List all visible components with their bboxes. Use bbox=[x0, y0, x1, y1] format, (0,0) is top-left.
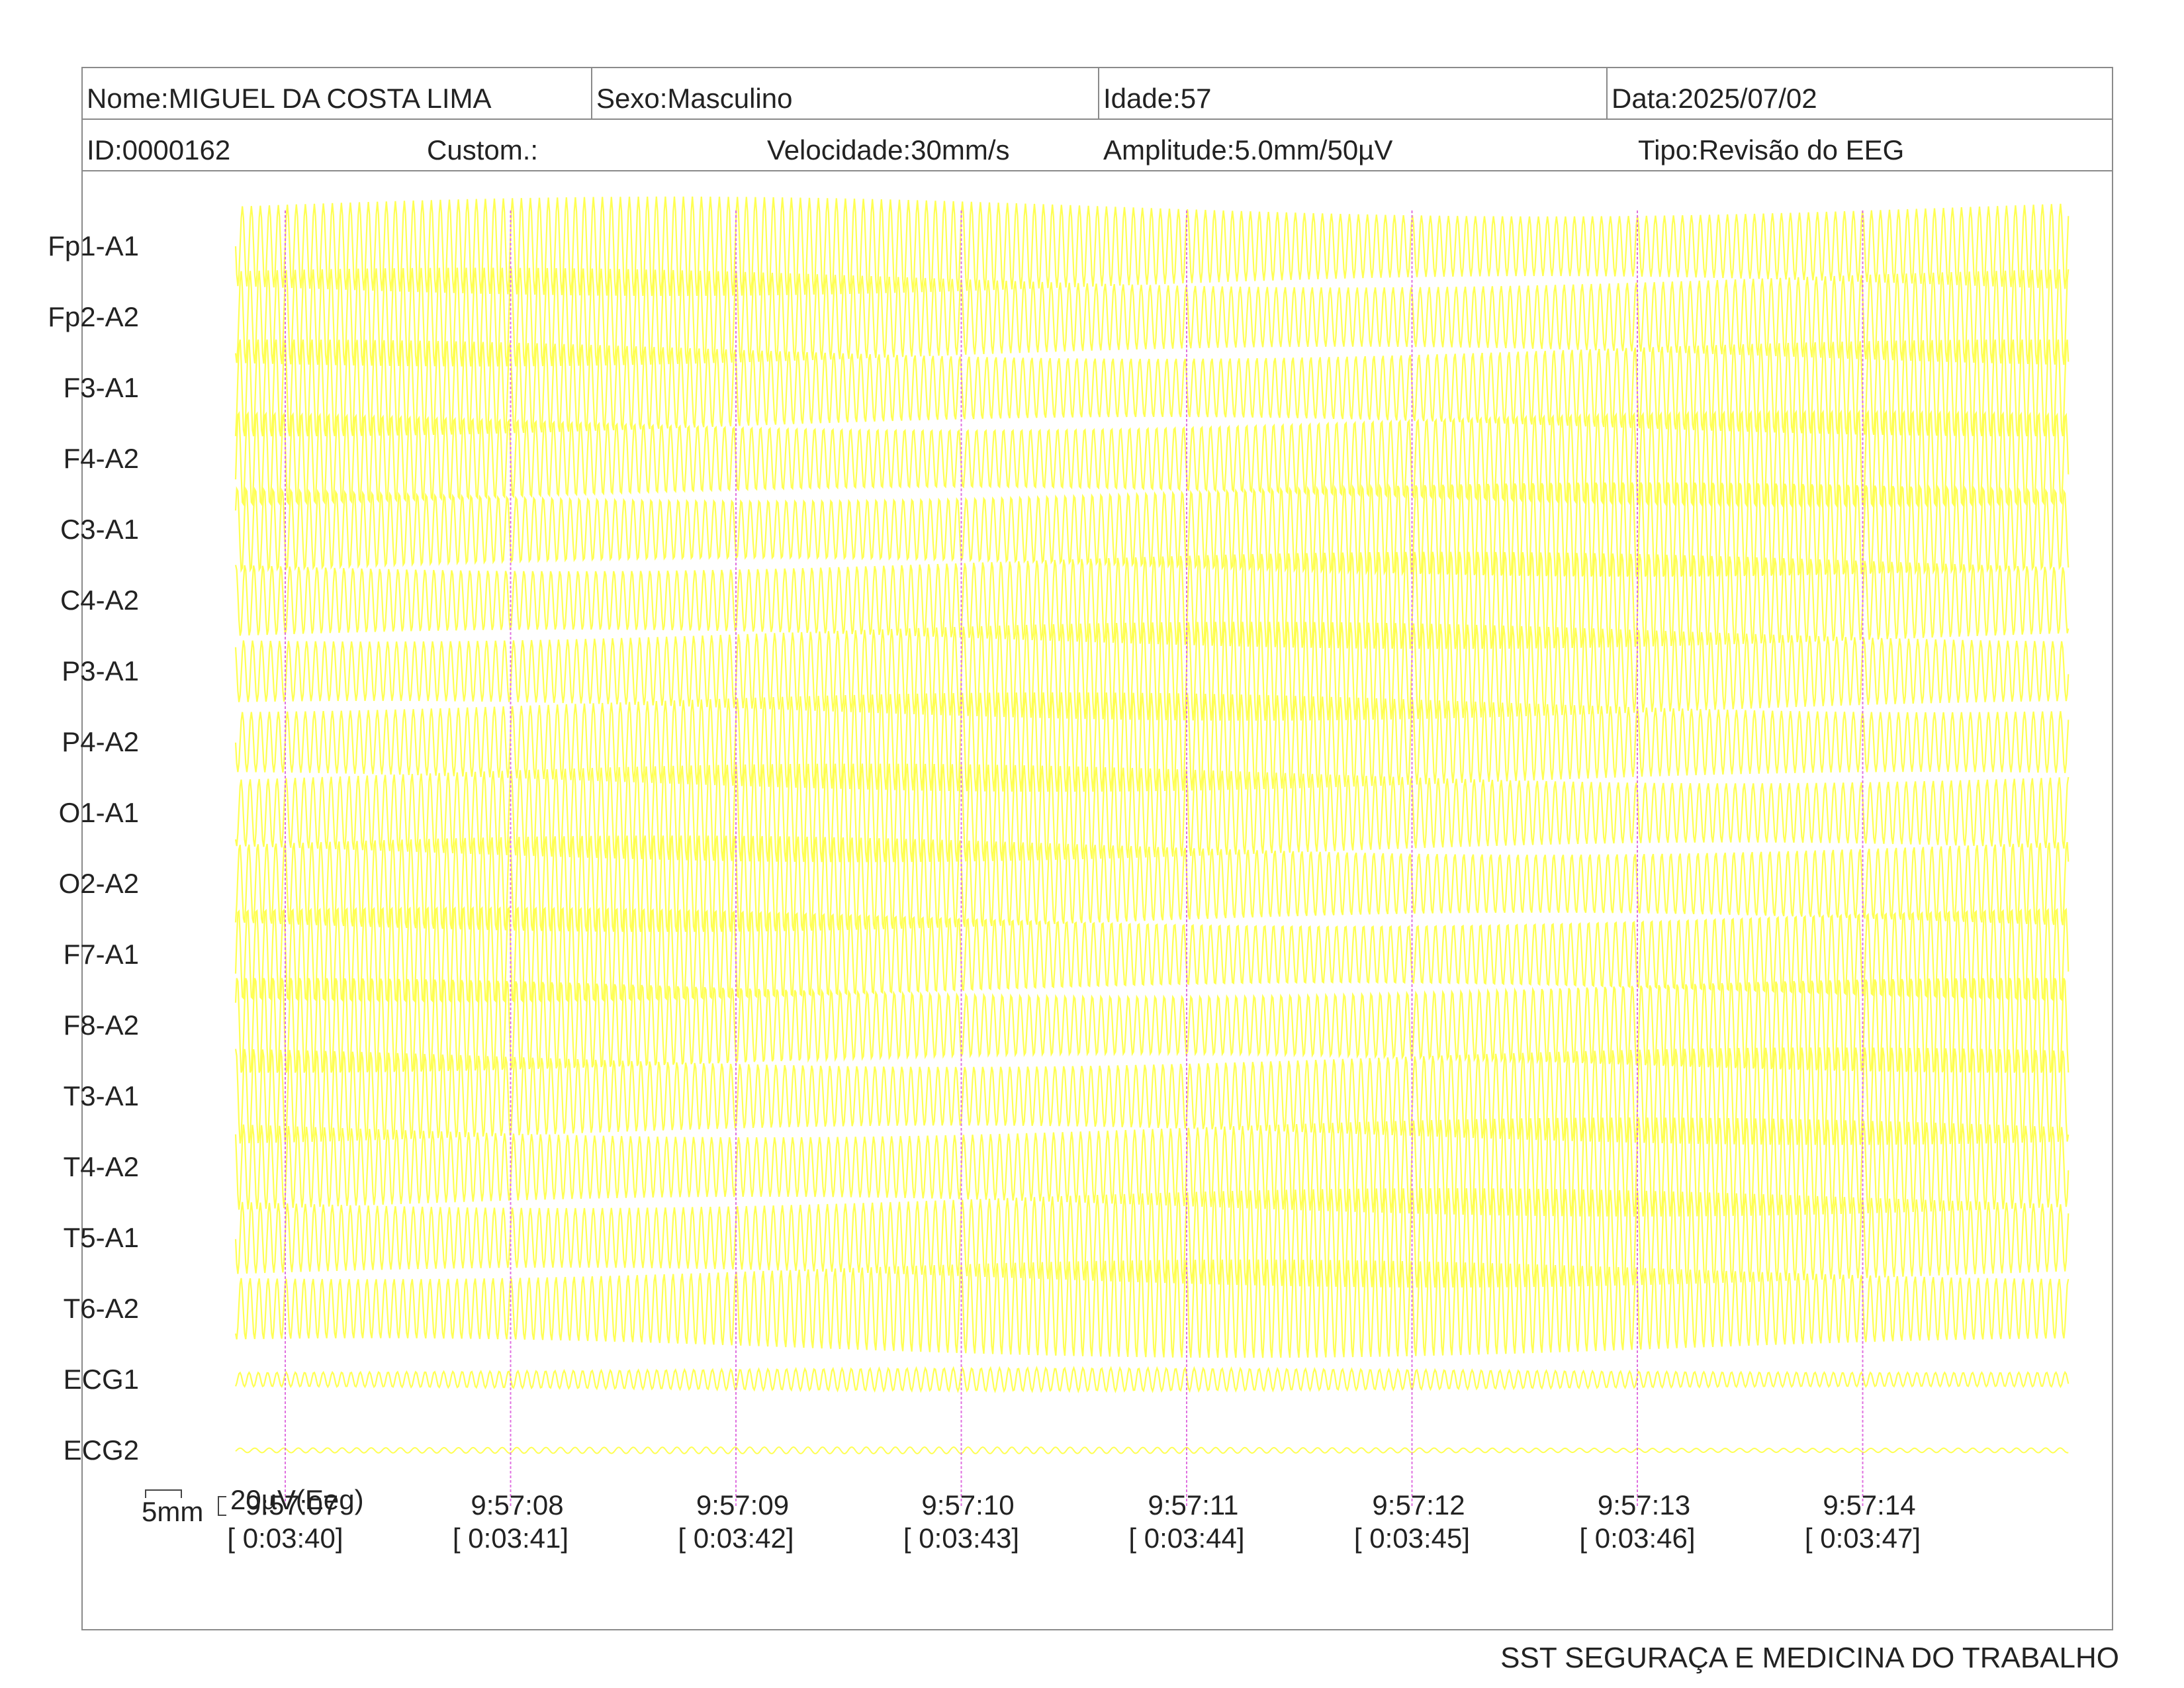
time-marker-clock: 9:57:11 bbox=[1148, 1489, 1239, 1521]
time-marker-clock: 9:57:14 bbox=[1823, 1489, 1916, 1521]
lead-label: T5-A1 bbox=[63, 1222, 139, 1253]
lead-label: O1-A1 bbox=[58, 797, 139, 828]
lead-label: O2-A2 bbox=[58, 868, 139, 899]
lead-label: Fp1-A1 bbox=[48, 230, 139, 261]
lead-label: P3-A1 bbox=[62, 655, 139, 686]
lead-label: F7-A1 bbox=[63, 939, 139, 970]
lead-label: T4-A2 bbox=[63, 1151, 139, 1182]
lead-label: P4-A2 bbox=[62, 726, 139, 757]
time-marker-elapsed: [ 0:03:46] bbox=[1579, 1523, 1696, 1554]
lead-label: T6-A2 bbox=[63, 1293, 139, 1324]
time-marker-clock: 9:57:12 bbox=[1372, 1489, 1465, 1521]
lead-label: C4-A2 bbox=[60, 585, 139, 616]
time-marker-elapsed: [ 0:03:42] bbox=[678, 1523, 794, 1554]
time-marker-elapsed: [ 0:03:44] bbox=[1128, 1523, 1245, 1554]
eeg-trace-area bbox=[234, 196, 2070, 1508]
lead-label: T3-A1 bbox=[63, 1080, 139, 1111]
scale-amplitude-label: 20µV(Eeg) bbox=[230, 1484, 364, 1515]
lead-label: F8-A2 bbox=[63, 1009, 139, 1041]
lead-label: ECG2 bbox=[63, 1434, 139, 1466]
footer-organization: SST SEGURAÇA E MEDICINA DO TRABALHO bbox=[1500, 1642, 2119, 1674]
lead-label: ECG1 bbox=[63, 1364, 139, 1395]
time-marker-elapsed: [ 0:03:43] bbox=[903, 1523, 1020, 1554]
time-marker-clock: 9:57:13 bbox=[1597, 1489, 1691, 1521]
lead-label: F4-A2 bbox=[63, 443, 139, 474]
lead-label: C3-A1 bbox=[60, 514, 139, 545]
scale-time-label: 5mm bbox=[142, 1496, 204, 1527]
time-marker-elapsed: [ 0:03:45] bbox=[1353, 1523, 1471, 1554]
time-marker-elapsed: [ 0:03:41] bbox=[452, 1523, 569, 1554]
time-marker-elapsed: [ 0:03:47] bbox=[1804, 1523, 1921, 1554]
time-marker-elapsed: [ 0:03:40] bbox=[227, 1523, 343, 1554]
lead-label: F3-A1 bbox=[63, 372, 139, 403]
time-marker-clock: 9:57:09 bbox=[696, 1489, 790, 1521]
time-marker-clock: 9:57:08 bbox=[471, 1489, 564, 1521]
lead-label: Fp2-A2 bbox=[48, 301, 139, 332]
time-marker-clock: 9:57:10 bbox=[921, 1489, 1015, 1521]
